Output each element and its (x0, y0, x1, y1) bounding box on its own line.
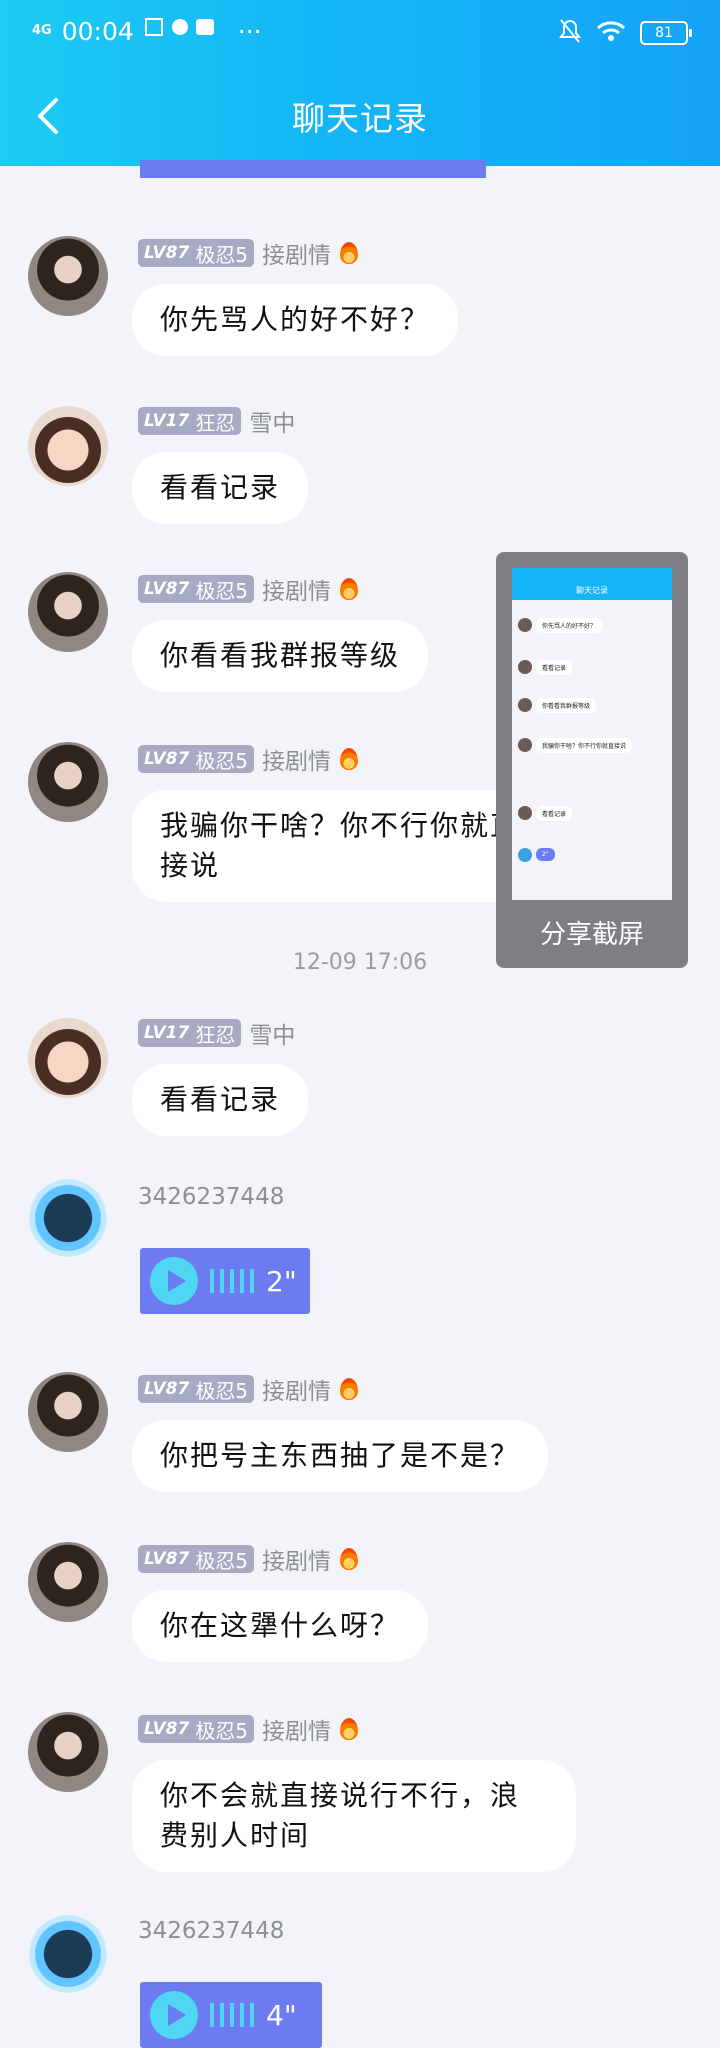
flame-icon (339, 576, 359, 602)
voice-duration: 4" (266, 1998, 297, 2032)
sender-name: 接剧情 (262, 1379, 332, 1405)
share-screenshot-label: 分享截屏 (539, 920, 644, 950)
battery-indicator: 81 (640, 21, 692, 45)
avatar[interactable] (28, 1372, 108, 1452)
level-badge: LV87 极忍5 (138, 1715, 255, 1743)
more-status-indicator: ··· (237, 16, 262, 46)
network-indicator: 4G (32, 23, 52, 38)
voice-message[interactable]: 2" (140, 1248, 310, 1314)
sender-info: 3426237448 (138, 1184, 284, 1210)
voice-message[interactable]: 4" (140, 1982, 322, 2048)
avatar[interactable] (28, 1712, 108, 1792)
sender-info: LV87 极忍5 接剧情 (138, 236, 359, 270)
flame-icon (339, 1546, 359, 1572)
flame-icon (339, 1716, 359, 1742)
play-icon (150, 1991, 198, 2039)
message-bubble[interactable]: 你先骂人的好不好？ (132, 284, 459, 356)
avatar[interactable] (28, 1018, 108, 1098)
waveform-icon (210, 1269, 254, 1293)
sender-info: LV87 极忍5 接剧情 (138, 1542, 359, 1576)
sender-name: 接剧情 (262, 749, 332, 775)
status-bar: 4G 00:04 ··· 81 (0, 0, 720, 62)
play-icon (150, 1257, 198, 1305)
level-badge: LV17 狂忍 (138, 407, 242, 435)
level-badge: LV87 极忍5 (138, 745, 255, 773)
app-header: 4G 00:04 ··· 81 聊天记录 (0, 0, 720, 166)
avatar[interactable] (28, 742, 108, 822)
sender-info: LV87 极忍5 接剧情 (138, 742, 359, 776)
avatar[interactable] (28, 236, 108, 316)
page-title: 聊天记录 (292, 99, 428, 138)
share-screenshot-popup[interactable]: 聊天记录 你先骂人的好不好？ 看看记录 你看看我群报等级 我骗你干啥？你不行你就… (496, 552, 688, 968)
sender-name: 3426237448 (138, 1918, 285, 1944)
sender-name: 雪中 (249, 411, 296, 437)
flame-icon (339, 746, 359, 772)
sender-name: 接剧情 (262, 1719, 332, 1745)
level-badge: LV17 狂忍 (138, 1019, 242, 1047)
notification-icons (144, 16, 228, 46)
title-bar: 聊天记录 (0, 78, 720, 154)
flame-icon (339, 240, 359, 266)
message-bubble[interactable]: 你看看我群报等级 (132, 620, 429, 692)
message-bubble[interactable]: 你把号主东西抽了是不是？ (132, 1420, 549, 1492)
sender-name: 雪中 (249, 1023, 296, 1049)
level-badge: LV87 极忍5 (138, 575, 255, 603)
avatar[interactable] (28, 406, 108, 486)
flame-icon (339, 1376, 359, 1402)
sender-info: LV87 极忍5 接剧情 (138, 1372, 359, 1406)
screenshot-thumbnail[interactable]: 聊天记录 你先骂人的好不好？ 看看记录 你看看我群报等级 我骗你干啥？你不行你就… (512, 568, 672, 900)
sender-name: 接剧情 (262, 1549, 332, 1575)
avatar[interactable] (20, 1170, 116, 1266)
avatar[interactable] (28, 572, 108, 652)
sender-info: LV87 极忍5 接剧情 (138, 1712, 359, 1746)
sender-info: LV17 狂忍 雪中 (138, 404, 295, 438)
wifi-icon (596, 20, 626, 46)
sender-name: 3426237448 (138, 1184, 285, 1210)
level-badge: LV87 极忍5 (138, 239, 255, 267)
avatar[interactable] (20, 1906, 116, 2002)
mute-icon (558, 18, 582, 48)
status-time: 00:04 (61, 16, 134, 46)
sender-info: LV17 狂忍 雪中 (138, 1016, 295, 1050)
voice-duration: 2" (266, 1264, 297, 1298)
avatar[interactable] (28, 1542, 108, 1622)
level-badge: LV87 极忍5 (138, 1375, 255, 1403)
sender-name: 接剧情 (262, 243, 332, 269)
thumbnail-title: 聊天记录 (512, 568, 672, 600)
previous-message-fragment (140, 160, 486, 178)
message-bubble[interactable]: 看看记录 (132, 452, 309, 524)
sender-info: 3426237448 (138, 1918, 284, 1944)
sender-info: LV87 极忍5 接剧情 (138, 572, 359, 606)
message-bubble[interactable]: 你不会就直接说行不行，浪 费别人时间 (132, 1760, 576, 1872)
sender-name: 接剧情 (262, 579, 332, 605)
message-bubble[interactable]: 你在这犟什么呀？ (132, 1590, 429, 1662)
message-bubble[interactable]: 看看记录 (132, 1064, 309, 1136)
level-badge: LV87 极忍5 (138, 1545, 255, 1573)
waveform-icon (210, 2003, 254, 2027)
